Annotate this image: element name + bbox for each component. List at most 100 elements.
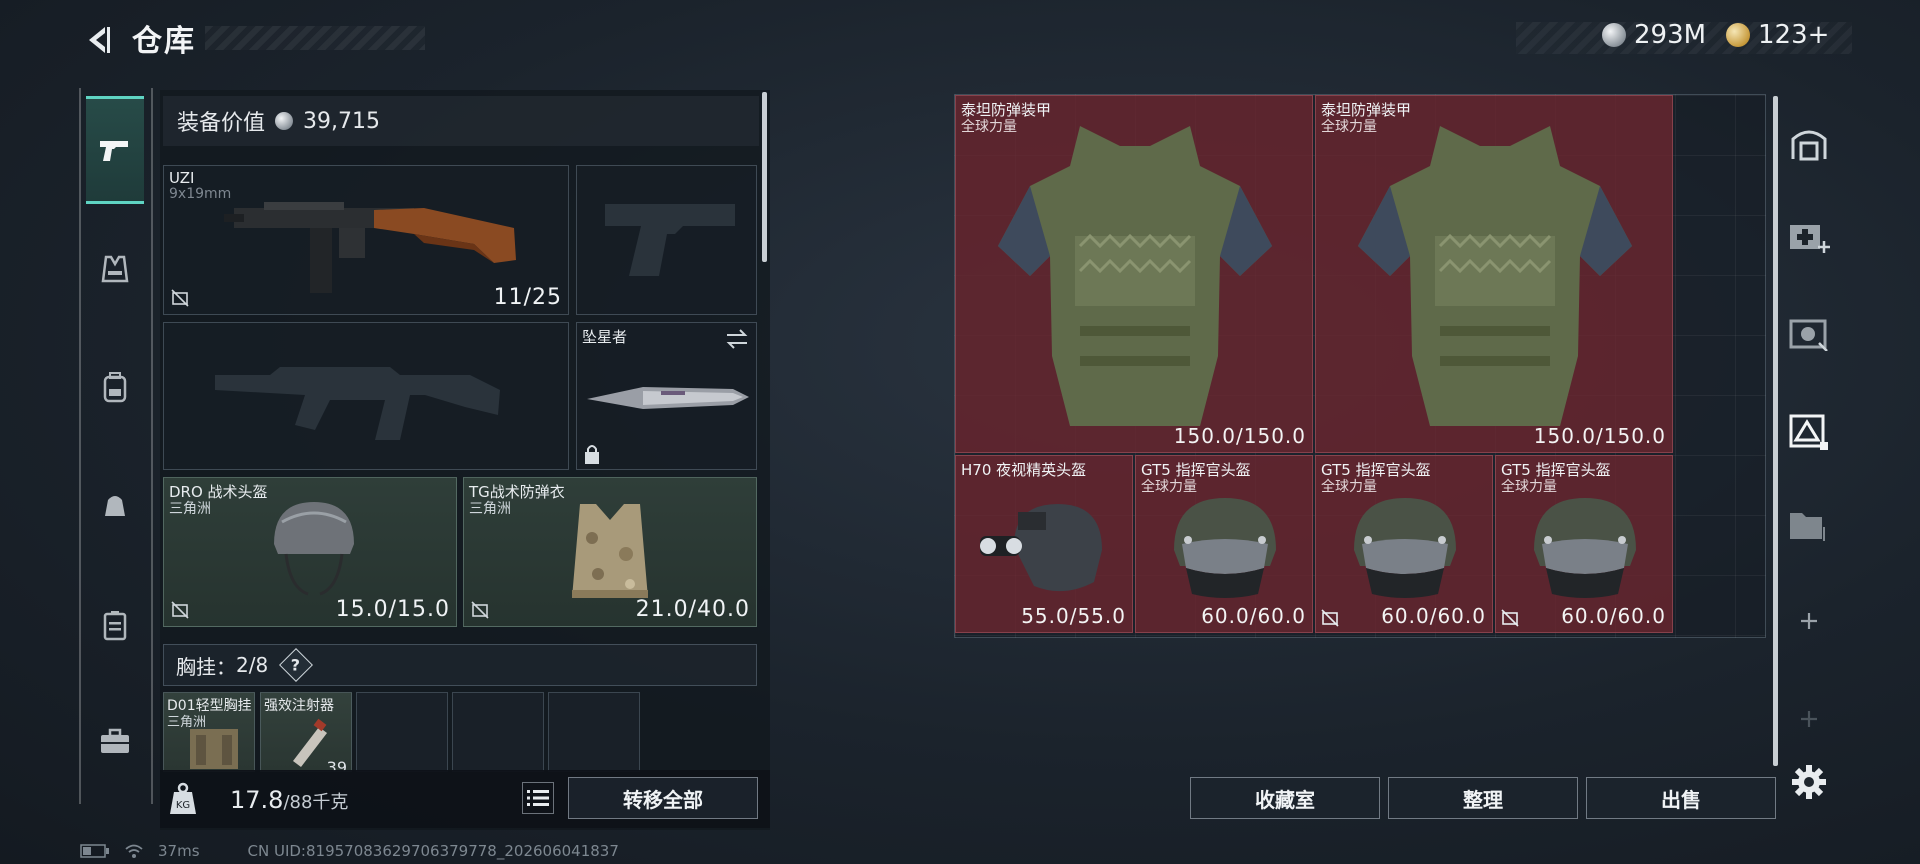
add-stash-tab-disabled [1784,694,1834,744]
weight-icon: KG [170,782,196,814]
battery-icon [80,844,109,858]
title-decoration [205,26,425,50]
primary-weapon-slot[interactable]: UZI 9x19mm 11/25 [163,165,569,315]
organize-button[interactable]: 整理 [1388,777,1578,819]
melee-slot[interactable]: 坠星者 [576,322,757,470]
stash-item[interactable]: 泰坦防弹装甲 全球力量 150.0/150.0 [1315,95,1673,453]
carry-weight: 17.8/88千克 [230,786,348,814]
category-bag[interactable] [86,476,144,534]
secondary-weapon-slot-empty[interactable] [163,322,569,470]
stash-tab-folder[interactable] [1784,500,1834,550]
medkit-add-icon [1790,225,1830,253]
knife-image [587,387,749,409]
chest-rig-empty-slot[interactable] [452,692,544,772]
uzi-weapon-image [224,202,516,293]
titan-armor-image [1358,126,1632,426]
stash-item-durability: 150.0/150.0 [1533,424,1666,448]
gear-icon [1792,765,1826,799]
silver-coin-icon [1602,23,1626,47]
gt5-helmet-image [1174,498,1276,598]
list-view-button[interactable] [522,782,554,814]
toolbox-icon [101,728,129,753]
category-case[interactable] [86,596,144,654]
stash-item[interactable]: GT5 指挥官头盔 全球力量 60.0/60.0 [1135,455,1313,633]
vest-icon [101,255,129,283]
ping-value: 37ms [158,842,200,860]
back-button[interactable] [76,18,120,62]
chest-rig-empty-slot[interactable] [356,692,448,772]
help-icon: ? [291,655,301,675]
no-insurance-icon [171,289,189,307]
titan-armor-image [998,126,1272,426]
help-button[interactable]: ? [279,648,314,682]
stash-item[interactable]: GT5 指挥官头盔 全球力量 60.0/60.0 [1495,455,1673,633]
stash-item[interactable]: H70 夜视精英头盔 55.0/55.0 [955,455,1133,633]
stash-tab-armor[interactable] [1784,308,1834,358]
status-bar: 37ms CN UID:81957083629706379778_2026060… [80,842,619,860]
pistol-slot-empty[interactable] [576,165,757,315]
stash-item[interactable]: 泰坦防弹装甲 全球力量 150.0/150.0 [955,95,1313,453]
armor-durability: 21.0/40.0 [635,597,750,622]
category-vest[interactable] [86,240,144,298]
back-arrow-icon [89,27,110,53]
no-insurance-icon [1321,609,1339,627]
category-toolbox[interactable] [86,712,144,770]
equipment-value-amount: 39,715 [303,108,380,134]
stash-item-durability: 60.0/60.0 [1381,604,1486,628]
collection-room-button[interactable]: 收藏室 [1190,777,1380,819]
helmet-image [274,502,354,596]
category-weapons[interactable] [86,96,144,204]
stash-tab-main[interactable] [1784,118,1834,168]
no-insurance-icon [171,601,189,619]
helmet-origin: 三角洲 [169,501,211,517]
equipment-scrollbar[interactable] [762,92,767,262]
chest-rig-label: 胸挂： [176,654,236,679]
category-backpack[interactable] [86,358,144,416]
stash-item-durability: 150.0/150.0 [1173,424,1306,448]
equipment-value-label: 装备价值 [177,111,266,136]
add-stash-tab-button[interactable] [1784,596,1834,646]
armor-origin: 三角洲 [469,501,511,517]
page-title: 仓库 [132,24,196,59]
weapon-ammo: 11/25 [493,285,562,310]
stash-item[interactable]: GT5 指挥官头盔 全球力量 60.0/60.0 [1315,455,1493,633]
currency-gold-value: 123+ [1758,20,1830,50]
chest-rig-item[interactable]: 强效注射器 39 [260,692,352,772]
stash-tab-gear[interactable] [1784,404,1834,454]
gt5-helmet-image [1534,498,1636,598]
wifi-icon [125,844,143,858]
stash-item-durability: 60.0/60.0 [1201,604,1306,628]
backpack-icon [103,372,127,403]
stash-scrollbar[interactable] [1773,96,1778,766]
chest-item-name: 强效注射器 [264,698,334,714]
sell-button[interactable]: 出售 [1586,777,1776,819]
user-uid: CN UID:81957083629706379778_202606041837 [247,842,619,860]
svg-text:KG: KG [176,800,190,811]
no-insurance-icon [1501,609,1519,627]
no-insurance-icon [471,601,489,619]
case-icon [103,611,127,641]
weapon-name: UZI [169,169,195,187]
stash-tab-medical[interactable] [1784,212,1834,262]
settings-button[interactable] [1784,757,1834,807]
pistol-icon [100,141,128,161]
currency-gold[interactable]: 123+ [1726,20,1829,50]
lock-icon [585,445,599,464]
carry-weight-cap: /88千克 [283,792,349,813]
helmet-slot[interactable]: DRO 战术头盔 三角洲 15.0/15.0 [163,477,457,627]
equipment-value: 装备价值 39,715 [163,96,759,146]
gold-coin-icon [1726,23,1750,47]
transfer-all-button[interactable]: 转移全部 [568,777,758,819]
nvg-helmet-image [980,504,1102,592]
melee-name: 坠星者 [582,328,628,346]
plus-icon [1801,711,1817,727]
armor-slot[interactable]: TG战术防弹衣 三角洲 21.0/40.0 [463,477,757,627]
injector-image [293,718,327,767]
vest-image [572,504,648,598]
gear-case-icon [1789,414,1828,450]
rig-image [190,729,238,769]
chest-rig-item[interactable]: D01轻型胸挂 三角洲 [163,692,255,772]
swap-icon[interactable] [724,327,750,351]
chest-rig-empty-slot[interactable] [548,692,640,772]
list-icon [527,790,549,806]
